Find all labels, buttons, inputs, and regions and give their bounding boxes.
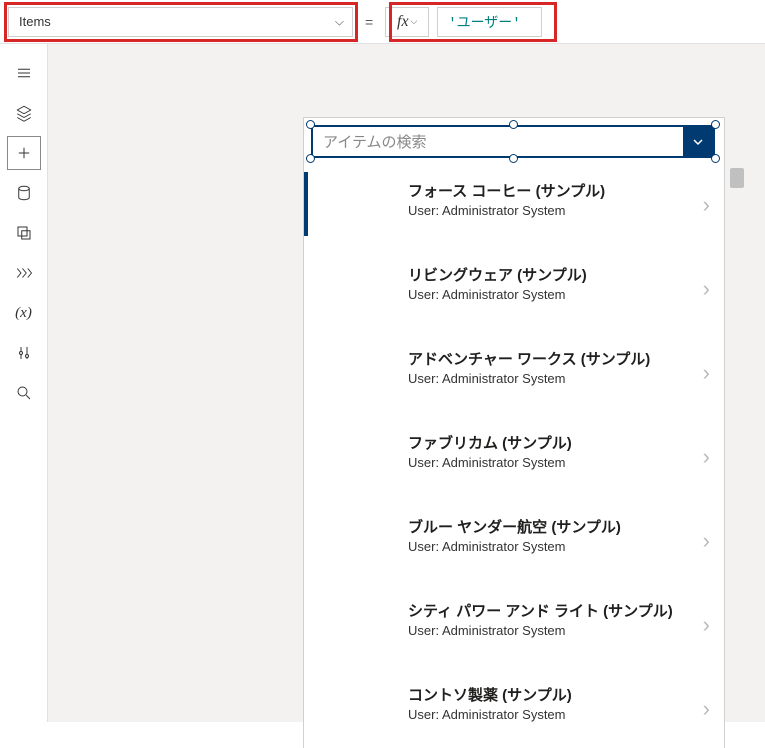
list-item-subtitle: User: Administrator System: [408, 203, 682, 218]
formula-value: 'ユーザー': [448, 12, 521, 32]
chevron-down-icon: ⌵: [411, 16, 418, 27]
resize-handle[interactable]: [711, 120, 720, 129]
list-item-title: ファブリカム (サンプル): [408, 432, 682, 453]
combobox-selection: アイテムの検索: [311, 125, 715, 158]
left-nav: (x): [0, 44, 48, 722]
chevron-right-icon[interactable]: ›: [703, 444, 710, 470]
list-item-subtitle: User: Administrator System: [408, 539, 682, 554]
chevron-right-icon[interactable]: ›: [703, 612, 710, 638]
tools-icon: [15, 344, 33, 362]
flow-icon: [15, 264, 33, 282]
chevron-right-icon[interactable]: ›: [703, 528, 710, 554]
list-item[interactable]: リビングウェア (サンプル) User: Administrator System…: [304, 246, 724, 330]
property-select[interactable]: Items ⌵: [8, 7, 353, 37]
combobox-placeholder: アイテムの検索: [313, 131, 683, 152]
hamburger-icon: [15, 64, 33, 82]
combobox-dropdown-button[interactable]: [683, 127, 713, 156]
list-item-title: フォース コーヒー (サンプル): [408, 180, 682, 201]
nav-variables[interactable]: (x): [7, 296, 41, 330]
equals-sign: =: [361, 14, 377, 30]
chevron-down-icon: [690, 134, 706, 150]
data-icon: [15, 184, 33, 202]
media-icon: [15, 224, 33, 242]
chevron-right-icon[interactable]: ›: [703, 276, 710, 302]
resize-handle[interactable]: [509, 120, 518, 129]
list-item-subtitle: User: Administrator System: [408, 623, 682, 638]
nav-tools[interactable]: [7, 336, 41, 370]
fx-icon: fx: [397, 13, 409, 31]
plus-icon: [15, 144, 33, 162]
list-item-subtitle: User: Administrator System: [408, 287, 682, 302]
chevron-down-icon: ⌵: [335, 14, 344, 29]
list-item[interactable]: フォース コーヒー (サンプル) User: Administrator Syst…: [304, 162, 724, 246]
formula-bar: Items ⌵ = fx ⌵ 'ユーザー': [0, 0, 765, 44]
chevron-right-icon[interactable]: ›: [703, 192, 710, 218]
list-item-subtitle: User: Administrator System: [408, 707, 682, 722]
list-item-title: ブルー ヤンダー航空 (サンプル): [408, 516, 682, 537]
list-item-title: アドベンチャー ワークス (サンプル): [408, 348, 682, 369]
nav-hamburger[interactable]: [7, 56, 41, 90]
fx-button[interactable]: fx ⌵: [385, 7, 429, 37]
resize-handle[interactable]: [306, 120, 315, 129]
property-label: Items: [19, 14, 51, 29]
list-item[interactable]: コントソ製薬 (サンプル) User: Administrator System ›: [304, 666, 724, 748]
search-icon: [15, 384, 33, 402]
nav-flow[interactable]: [7, 256, 41, 290]
list-item-title: コントソ製薬 (サンプル): [408, 684, 682, 705]
nav-media[interactable]: [7, 216, 41, 250]
chevron-right-icon[interactable]: ›: [703, 360, 710, 386]
list-item-title: シティ パワー アンド ライト (サンプル): [408, 600, 682, 621]
list-item[interactable]: シティ パワー アンド ライト (サンプル) User: Administrato…: [304, 582, 724, 666]
scrollbar-thumb[interactable]: [730, 168, 744, 188]
list-item[interactable]: ブルー ヤンダー航空 (サンプル) User: Administrator Sys…: [304, 498, 724, 582]
layers-icon: [15, 104, 33, 122]
app-preview: アイテムの検索 フォース コーヒー (サンプル) User: Administra…: [304, 118, 724, 748]
canvas[interactable]: アイテムの検索 フォース コーヒー (サンプル) User: Administra…: [48, 44, 765, 722]
list-item-subtitle: User: Administrator System: [408, 371, 682, 386]
nav-insert[interactable]: [7, 136, 41, 170]
list-item-subtitle: User: Administrator System: [408, 455, 682, 470]
list-item-title: リビングウェア (サンプル): [408, 264, 682, 285]
list-item[interactable]: ファブリカム (サンプル) User: Administrator System ›: [304, 414, 724, 498]
nav-search[interactable]: [7, 376, 41, 410]
formula-input[interactable]: 'ユーザー': [437, 7, 542, 37]
variable-icon: (x): [15, 305, 32, 322]
gallery: フォース コーヒー (サンプル) User: Administrator Syst…: [304, 162, 724, 748]
nav-tree[interactable]: [7, 96, 41, 130]
list-item[interactable]: アドベンチャー ワークス (サンプル) User: Administrator S…: [304, 330, 724, 414]
chevron-right-icon[interactable]: ›: [703, 696, 710, 722]
nav-data[interactable]: [7, 176, 41, 210]
